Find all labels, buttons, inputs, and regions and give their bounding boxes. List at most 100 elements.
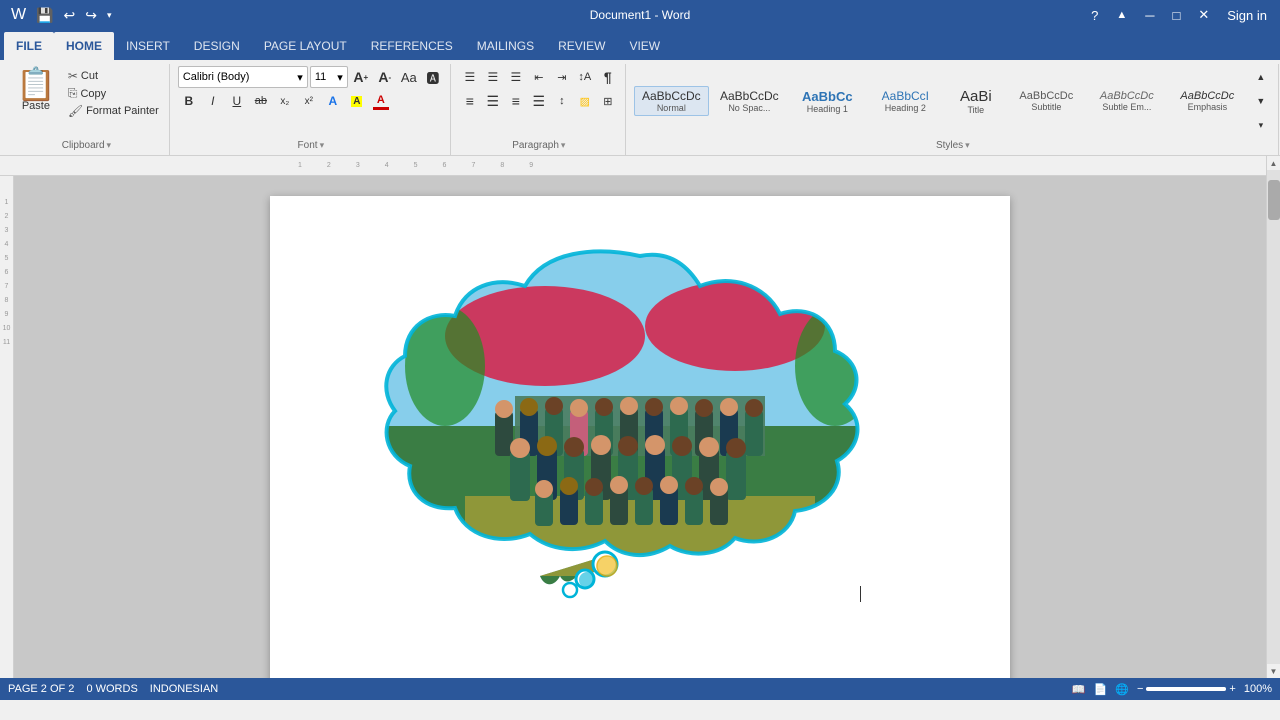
style-normal[interactable]: AaBbCcDc Normal bbox=[634, 86, 709, 116]
style-subtle-emphasis[interactable]: AaBbCcDc Subtle Em... bbox=[1087, 87, 1167, 115]
shading-button[interactable]: ▨ bbox=[574, 90, 596, 112]
copy-button[interactable]: ⎘ Copy bbox=[64, 85, 163, 102]
borders-button[interactable]: ⊞ bbox=[597, 90, 619, 112]
clipboard-label: Clipboard bbox=[62, 140, 105, 151]
styles-more[interactable]: ▾ bbox=[1250, 114, 1272, 136]
close-button[interactable]: ✕ bbox=[1193, 5, 1214, 25]
tab-view[interactable]: VIEW bbox=[617, 32, 672, 60]
paragraph-label: Paragraph bbox=[512, 140, 559, 151]
styles-scroll-up[interactable]: ▲ bbox=[1250, 66, 1272, 88]
decrease-indent-button[interactable]: ⇤ bbox=[528, 66, 550, 88]
paste-icon: 📋 bbox=[16, 68, 56, 100]
paste-button[interactable]: 📋 Paste bbox=[10, 66, 62, 114]
style-heading1[interactable]: AaBbCc Heading 1 bbox=[790, 86, 865, 117]
line-spacing-button[interactable]: ↕ bbox=[551, 90, 573, 112]
help-button[interactable]: ? bbox=[1086, 6, 1103, 25]
text-effects-button[interactable]: A bbox=[322, 90, 344, 112]
justify-button[interactable]: ☰ bbox=[528, 90, 550, 112]
font-color-button[interactable]: A bbox=[370, 90, 392, 112]
customize-icon[interactable]: ▾ bbox=[104, 8, 115, 23]
italic-button[interactable]: I bbox=[202, 90, 224, 112]
align-left-button[interactable]: ≡ bbox=[459, 90, 481, 112]
tab-insert[interactable]: INSERT bbox=[114, 32, 182, 60]
font-size-dropdown[interactable]: 11 ▾ bbox=[310, 66, 348, 88]
styles-label: Styles bbox=[936, 140, 963, 151]
tab-page-layout[interactable]: PAGE LAYOUT bbox=[252, 32, 359, 60]
sort-button[interactable]: ↕A bbox=[574, 66, 596, 88]
font-dropdown-arrow: ▾ bbox=[297, 71, 303, 84]
tab-mailings[interactable]: MAILINGS bbox=[465, 32, 546, 60]
zoom-in-button[interactable]: + bbox=[1229, 683, 1235, 695]
vertical-ruler: 1 2 3 4 5 6 7 8 9 10 11 bbox=[0, 176, 13, 678]
right-scrollbar[interactable]: ▲ ▼ bbox=[1266, 156, 1280, 678]
word-count: 0 WORDS bbox=[86, 683, 137, 695]
scroll-thumb[interactable] bbox=[1268, 180, 1280, 220]
underline-button[interactable]: U bbox=[226, 90, 248, 112]
horizontal-ruler: 1 2 3 4 5 6 7 8 9 bbox=[14, 156, 1266, 176]
change-case-button[interactable]: Aa bbox=[398, 66, 420, 88]
cut-button[interactable]: ✂ Cut bbox=[64, 68, 163, 84]
cloud-image-container[interactable] bbox=[365, 226, 915, 606]
font-name-dropdown[interactable]: Calibri (Body) ▾ bbox=[178, 66, 308, 88]
tab-design[interactable]: DESIGN bbox=[182, 32, 252, 60]
style-subtitle[interactable]: AaBbCcDc Subtitle bbox=[1009, 87, 1084, 115]
web-layout-icon[interactable]: 🌐 bbox=[1115, 683, 1129, 696]
font-group: Calibri (Body) ▾ 11 ▾ A+ A- Aa 🅰 B I U bbox=[172, 64, 451, 155]
tab-home[interactable]: HOME bbox=[54, 32, 114, 60]
bold-button[interactable]: B bbox=[178, 90, 200, 112]
multilevel-list-button[interactable]: ☰ bbox=[505, 66, 527, 88]
quick-access-toolbar: W 💾 ↩ ↪ ▾ bbox=[8, 4, 115, 26]
numbering-button[interactable]: ☰ bbox=[482, 66, 504, 88]
tab-file[interactable]: FILE bbox=[4, 32, 54, 60]
undo-icon[interactable]: ↩ bbox=[61, 5, 79, 26]
superscript-button[interactable]: x² bbox=[298, 90, 320, 112]
redo-icon[interactable]: ↪ bbox=[82, 5, 100, 26]
paragraph-expander[interactable]: ▾ bbox=[561, 140, 566, 151]
align-right-button[interactable]: ≡ bbox=[505, 90, 527, 112]
read-mode-icon[interactable]: 📖 bbox=[1072, 683, 1086, 696]
page-container[interactable] bbox=[14, 176, 1266, 678]
strikethrough-button[interactable]: ab bbox=[250, 90, 272, 112]
font-label: Font bbox=[298, 140, 318, 151]
font-name-value: Calibri (Body) bbox=[183, 71, 250, 83]
scroll-up-button[interactable]: ▲ bbox=[1267, 156, 1280, 170]
ribbon: 📋 Paste ✂ Cut ⎘ Copy 🖌 Format Painter bbox=[0, 60, 1280, 156]
ruler-corner bbox=[0, 156, 14, 176]
bullets-button[interactable]: ☰ bbox=[459, 66, 481, 88]
styles-expander[interactable]: ▾ bbox=[965, 140, 970, 151]
clipboard-expander[interactable]: ▾ bbox=[107, 140, 112, 151]
zoom-out-button[interactable]: − bbox=[1137, 683, 1143, 695]
font-expander[interactable]: ▾ bbox=[320, 140, 325, 151]
scroll-down-button[interactable]: ▼ bbox=[1267, 664, 1280, 678]
minimize-button[interactable]: ─ bbox=[1140, 6, 1159, 25]
word-icon: W bbox=[8, 4, 29, 26]
ribbon-toggle[interactable]: ▲ bbox=[1111, 7, 1132, 23]
style-heading2[interactable]: AaBbCcI Heading 2 bbox=[868, 86, 943, 116]
font-size-arrow: ▾ bbox=[337, 71, 343, 84]
format-painter-button[interactable]: 🖌 Format Painter bbox=[64, 103, 163, 119]
restore-button[interactable]: □ bbox=[1167, 6, 1185, 25]
shrink-font-button[interactable]: A- bbox=[374, 66, 396, 88]
grow-font-button[interactable]: A+ bbox=[350, 66, 372, 88]
styles-group: AaBbCcDc Normal AaBbCcDc No Spac... AaBb… bbox=[628, 64, 1279, 155]
document-page[interactable] bbox=[270, 196, 1010, 678]
status-bar: PAGE 2 OF 2 0 WORDS INDONESIAN 📖 📄 🌐 − +… bbox=[0, 678, 1280, 700]
align-center-button[interactable]: ☰ bbox=[482, 90, 504, 112]
subscript-button[interactable]: x₂ bbox=[274, 90, 296, 112]
style-no-spacing[interactable]: AaBbCcDc No Spac... bbox=[712, 86, 787, 116]
increase-indent-button[interactable]: ⇥ bbox=[551, 66, 573, 88]
tab-references[interactable]: REFERENCES bbox=[359, 32, 465, 60]
style-title[interactable]: AaBi Title bbox=[946, 85, 1006, 118]
highlight-button[interactable]: A bbox=[346, 90, 368, 112]
style-emphasis[interactable]: AaBbCcDc Emphasis bbox=[1170, 87, 1245, 115]
save-icon[interactable]: 💾 bbox=[33, 5, 56, 26]
tab-review[interactable]: REVIEW bbox=[546, 32, 617, 60]
print-layout-icon[interactable]: 📄 bbox=[1094, 683, 1108, 696]
show-marks-button[interactable]: ¶ bbox=[597, 66, 619, 88]
scroll-track[interactable] bbox=[1267, 170, 1280, 664]
zoom-slider[interactable]: − + bbox=[1137, 683, 1236, 695]
clear-format-button[interactable]: 🅰 bbox=[422, 66, 444, 88]
zoom-bar[interactable] bbox=[1146, 687, 1226, 691]
sign-in-button[interactable]: Sign in bbox=[1222, 6, 1272, 25]
styles-scroll-down[interactable]: ▼ bbox=[1250, 90, 1272, 112]
